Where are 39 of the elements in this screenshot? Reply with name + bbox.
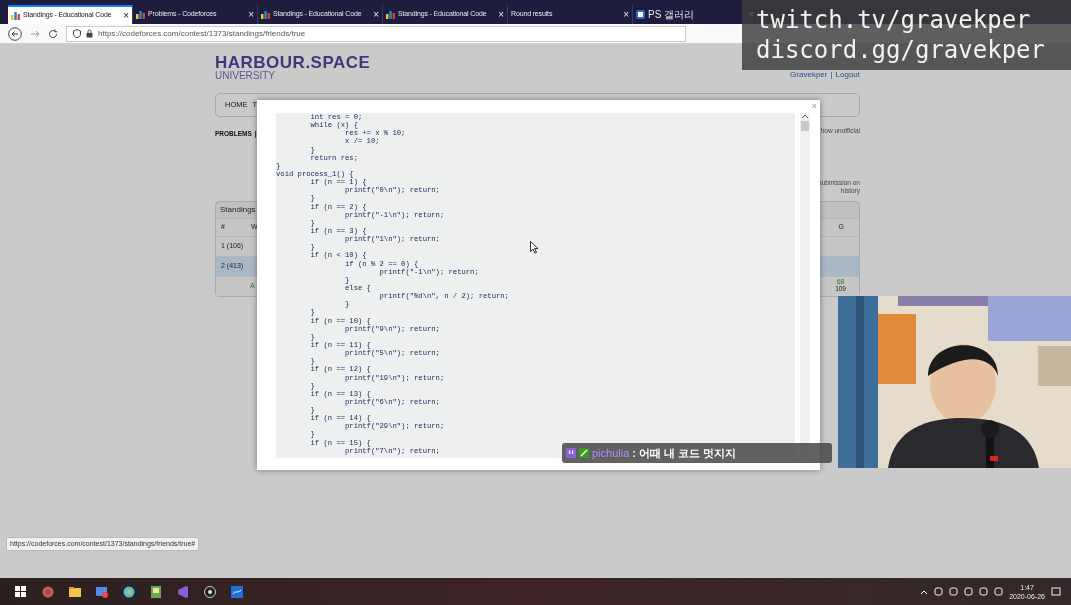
folder-icon[interactable] <box>68 585 81 598</box>
image-icon[interactable] <box>149 585 162 598</box>
close-icon[interactable]: × <box>498 7 504 22</box>
lock-icon <box>86 29 93 38</box>
bar-chart-icon <box>261 10 270 19</box>
close-icon[interactable]: × <box>373 7 379 22</box>
twitch-icon <box>566 448 576 458</box>
app-icon[interactable] <box>122 585 135 598</box>
close-icon[interactable]: × <box>623 7 629 22</box>
bar-chart-icon <box>11 11 20 20</box>
close-icon[interactable]: × <box>123 8 129 23</box>
badge-icon <box>579 448 589 458</box>
user-link[interactable]: Logout <box>835 69 860 81</box>
overlay-text: twitch.tv/gravekper <box>756 5 1031 35</box>
scroll-thumb[interactable] <box>801 121 809 131</box>
logo-title: HARBOUR.SPACE <box>215 54 371 71</box>
overlay-text: discord.gg/gravekper <box>756 35 1045 65</box>
app-icon[interactable] <box>203 585 216 598</box>
chevron-up-icon[interactable] <box>920 588 929 595</box>
bar-chart-icon <box>136 10 145 19</box>
site-icon <box>636 10 645 19</box>
logo-subtitle: UNIVERSITY <box>215 71 276 81</box>
scroll-up-icon[interactable] <box>801 113 809 119</box>
user-link[interactable]: Gravekper <box>790 69 828 81</box>
close-icon[interactable]: × <box>248 7 254 22</box>
shield-icon <box>73 29 81 38</box>
app-icon[interactable] <box>95 585 108 598</box>
separator-text: | <box>830 69 833 81</box>
back-icon[interactable] <box>8 26 22 41</box>
reload-icon[interactable] <box>48 28 58 39</box>
panel-title: Standings <box>220 204 256 214</box>
browser-icon[interactable] <box>41 585 54 598</box>
chat-text: : 어때 내 코드 멋지지 <box>632 445 737 461</box>
start-icon[interactable] <box>14 585 27 598</box>
chat-username: pichulia <box>592 445 630 461</box>
cursor-icon <box>530 241 539 254</box>
app-icon[interactable] <box>230 585 243 598</box>
bar-chart-icon <box>386 10 395 19</box>
forward-icon[interactable] <box>30 28 40 39</box>
